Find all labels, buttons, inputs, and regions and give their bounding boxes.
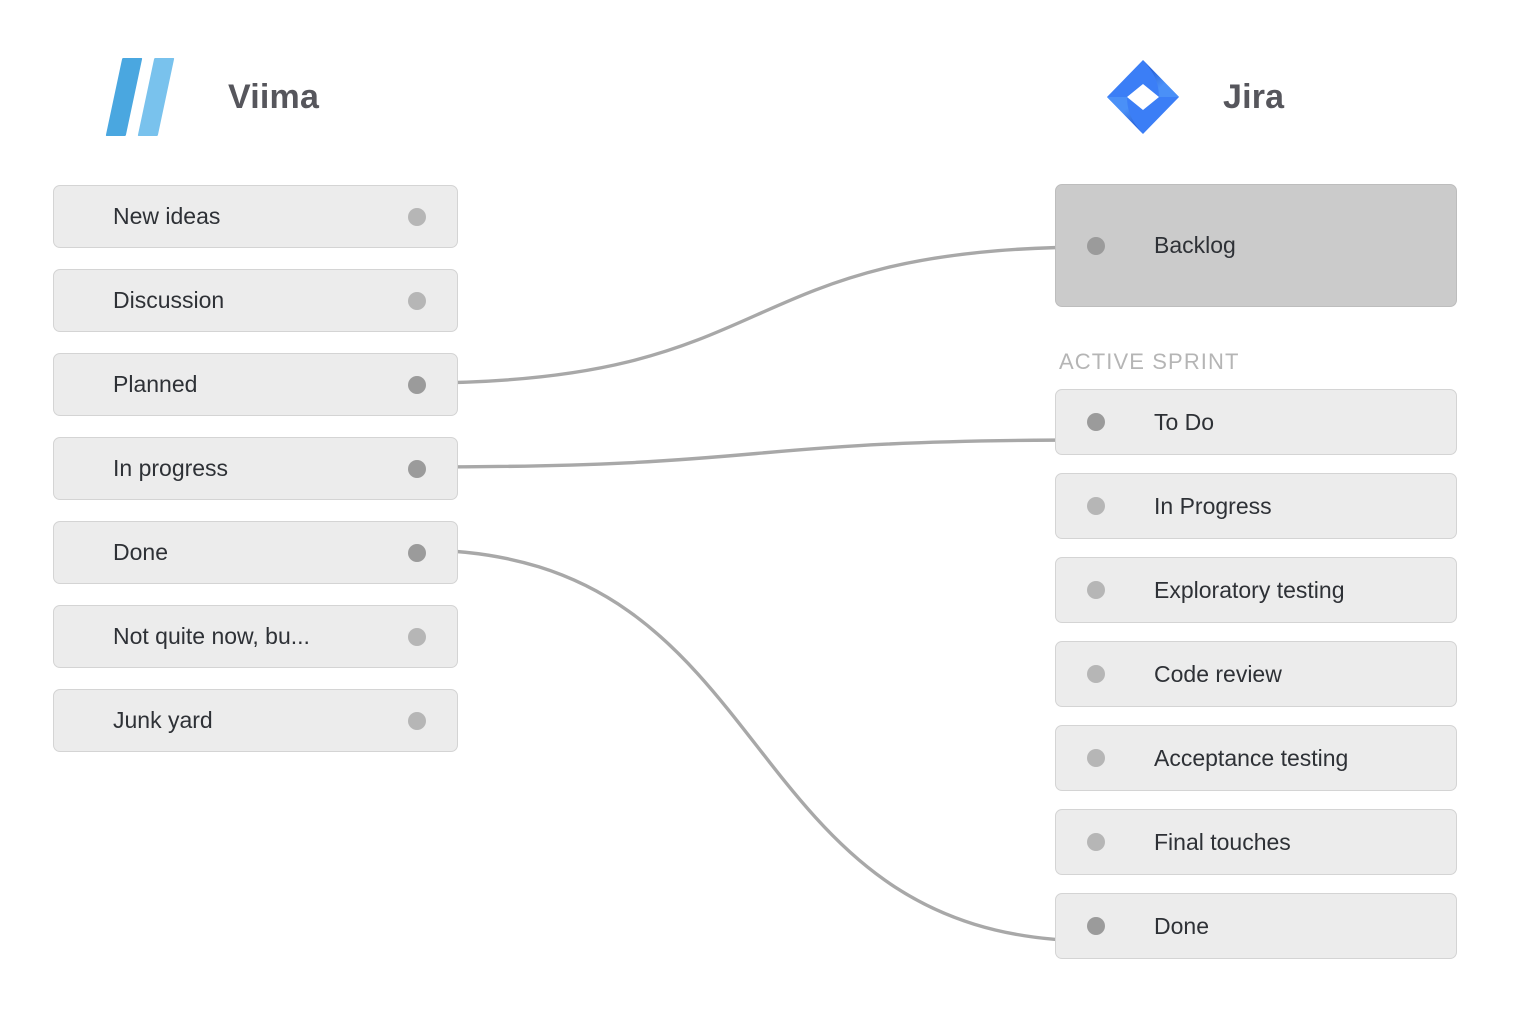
active-sprint-section-label: ACTIVE SPRINT bbox=[1059, 349, 1240, 374]
connector-dot-icon[interactable] bbox=[1087, 665, 1105, 683]
card-label: Backlog bbox=[1154, 232, 1236, 258]
card-label: In progress bbox=[113, 455, 229, 481]
card-label: Done bbox=[113, 539, 168, 565]
viima-logo-bar-left bbox=[105, 58, 143, 136]
jira-status-card-2[interactable]: Exploratory testing bbox=[1055, 557, 1457, 623]
viima-logo-icon bbox=[105, 58, 175, 136]
viima-status-card-3[interactable]: In progress bbox=[53, 437, 458, 500]
connector-dot-icon[interactable] bbox=[408, 375, 426, 394]
card-label: Exploratory testing bbox=[1154, 576, 1345, 603]
mapping-diagram: Viima Jira New ideas Discussion Planned … bbox=[0, 0, 1536, 1030]
viima-status-card-6[interactable]: Junk yard bbox=[53, 689, 458, 752]
connector-dot-icon[interactable] bbox=[408, 207, 426, 226]
viima-status-card-0[interactable]: New ideas bbox=[53, 185, 458, 248]
card-label: Acceptance testing bbox=[1154, 744, 1349, 771]
jira-panel-header: Jira bbox=[1105, 58, 1284, 136]
card-label: Code review bbox=[1154, 660, 1282, 687]
card-label: New ideas bbox=[113, 203, 221, 229]
connector-dot-icon[interactable] bbox=[408, 711, 426, 730]
jira-status-card-6[interactable]: Done bbox=[1055, 893, 1457, 959]
viima-status-card-2[interactable]: Planned bbox=[53, 353, 458, 416]
jira-status-card-4[interactable]: Acceptance testing bbox=[1055, 725, 1457, 791]
card-label: Not quite now, bu... bbox=[113, 623, 310, 649]
jira-logo-icon bbox=[1105, 58, 1181, 136]
connector-dot-icon[interactable] bbox=[408, 459, 426, 478]
connector-dot-icon[interactable] bbox=[1087, 497, 1105, 515]
connector-dot-icon[interactable] bbox=[408, 291, 426, 310]
viima-panel-header: Viima bbox=[105, 58, 320, 136]
connector-dot-icon[interactable] bbox=[1087, 749, 1105, 767]
connector-dot-icon[interactable] bbox=[1087, 413, 1105, 431]
connector-dot-icon[interactable] bbox=[408, 543, 426, 562]
card-label: Done bbox=[1154, 912, 1209, 939]
connector-dot-icon[interactable] bbox=[408, 627, 426, 646]
jira-status-list: Backlog ACTIVE SPRINT To Do In Progress Expl… bbox=[1055, 184, 1457, 977]
card-label: Junk yard bbox=[113, 707, 213, 733]
connector-line-2 bbox=[416, 548, 1097, 943]
viima-status-card-5[interactable]: Not quite now, bu... bbox=[53, 605, 458, 668]
viima-status-card-1[interactable]: Discussion bbox=[53, 269, 458, 332]
viima-panel-title: Viima bbox=[228, 77, 320, 116]
viima-status-list: New ideas Discussion Planned In progress Don… bbox=[53, 185, 458, 773]
card-label: In Progress bbox=[1154, 492, 1272, 519]
jira-backlog-card[interactable]: Backlog bbox=[1055, 184, 1457, 307]
jira-status-card-0[interactable]: To Do bbox=[1055, 389, 1457, 455]
card-label: To Do bbox=[1154, 408, 1215, 435]
connector-dot-icon[interactable] bbox=[1087, 833, 1105, 851]
jira-panel-title: Jira bbox=[1223, 77, 1285, 116]
connector-line-0 bbox=[416, 245, 1097, 385]
card-label: Planned bbox=[113, 371, 198, 397]
jira-status-card-5[interactable]: Final touches bbox=[1055, 809, 1457, 875]
viima-status-card-4[interactable]: Done bbox=[53, 521, 458, 584]
card-label: Final touches bbox=[1154, 828, 1291, 855]
connector-dot-icon[interactable] bbox=[1087, 581, 1105, 599]
viima-logo-bar-right bbox=[137, 58, 175, 136]
jira-status-card-3[interactable]: Code review bbox=[1055, 641, 1457, 707]
connector-dot-icon[interactable] bbox=[1087, 236, 1105, 255]
connector-dot-icon[interactable] bbox=[1087, 917, 1105, 935]
jira-status-card-1[interactable]: In Progress bbox=[1055, 473, 1457, 539]
connector-line-1 bbox=[416, 438, 1097, 469]
card-label: Discussion bbox=[113, 287, 225, 313]
